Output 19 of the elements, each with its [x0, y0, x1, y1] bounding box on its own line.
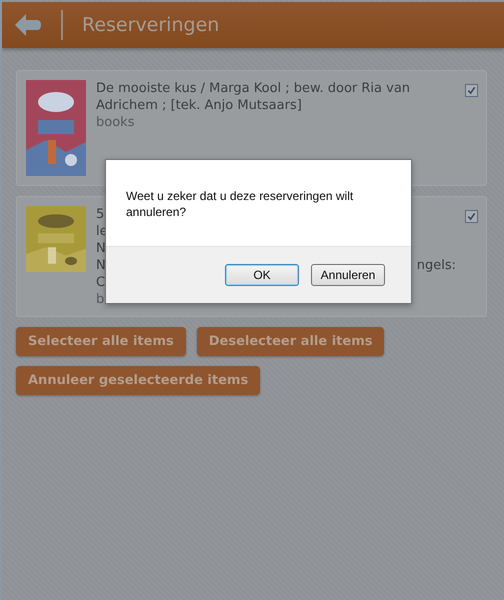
checkbox[interactable] — [465, 210, 478, 223]
title-text: 5 — [96, 206, 104, 223]
dialog-button[interactable]: Annuleren — [311, 264, 385, 286]
title-text: ngels: — [416, 257, 456, 274]
page-title: Reserveringen — [82, 14, 220, 36]
action-button[interactable]: Annuleer geselecteerde items — [16, 366, 260, 395]
title-text: C — [96, 274, 106, 291]
back-arrow-icon[interactable] — [15, 14, 41, 36]
title-text: N — [96, 240, 106, 257]
category-label: books — [96, 114, 136, 131]
title-text: Adrichem ; [tek. Anjo Mutsaars] — [96, 97, 302, 114]
action-button[interactable]: Deselecteer alle items — [196, 327, 384, 356]
checkbox[interactable] — [465, 84, 478, 97]
title-text: De mooiste kus / Marga Kool ; bew. door Ria van — [96, 80, 410, 97]
category-label: b — [96, 291, 106, 308]
dialog-message: Weet u zeker dat u deze reserveringen wilt annuleren? — [125, 188, 354, 221]
title-text: N — [96, 257, 106, 274]
dialog-button[interactable]: OK — [225, 264, 299, 286]
action-button[interactable]: Selecteer alle items — [16, 327, 186, 356]
